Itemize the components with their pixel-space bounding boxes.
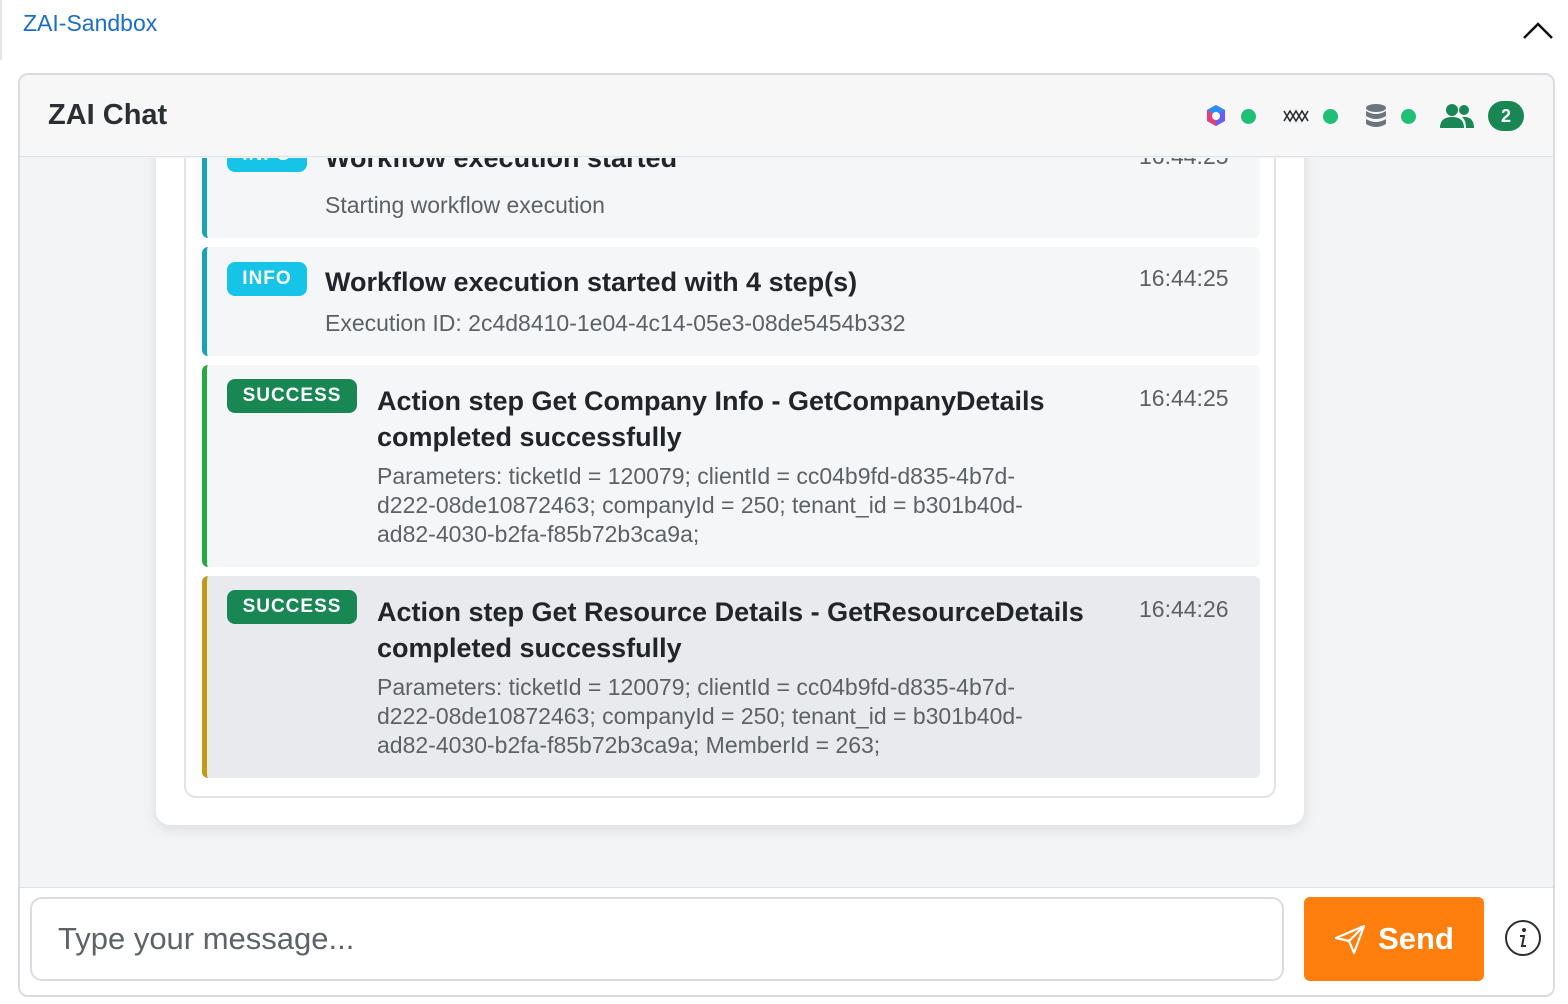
info-button[interactable]: [1503, 918, 1543, 958]
log-description: Execution ID: 2c4d8410-1e04-4c14-05e3-08…: [325, 310, 906, 336]
log-description: Starting workflow execution: [325, 192, 605, 218]
log-level-badge: SUCCESS: [227, 379, 357, 413]
chat-header: ZAI Chat 2: [20, 75, 1553, 157]
chevron-up-icon: [1523, 22, 1553, 39]
log-title-line: completed successfully: [377, 633, 682, 663]
composer-bar: Send: [20, 887, 1553, 995]
participants-count-badge: 2: [1488, 101, 1524, 131]
chat-title: ZAI Chat: [48, 99, 168, 131]
chat-panel: ZAI Chat 2 Workflow execution started St…: [18, 73, 1555, 997]
top-bar: ZAI-Sandbox: [0, 0, 1568, 60]
workflow-log-inner: INFO Workflow execution started Starting…: [184, 158, 1276, 798]
log-title: Workflow execution started with 4 step(s…: [325, 267, 858, 297]
app-name-link[interactable]: ZAI-Sandbox: [23, 10, 157, 37]
log-time: 16:44:25: [1139, 158, 1229, 170]
log-description-line: Parameters: ticketId = 120079; clientId …: [377, 463, 1016, 489]
copilot-status[interactable]: [1205, 101, 1256, 131]
network-status[interactable]: [1283, 101, 1338, 131]
copilot-icon: [1207, 105, 1225, 126]
collapse-button[interactable]: [1518, 14, 1558, 48]
log-description-line: d222-08de10872463; companyId = 250; tena…: [377, 492, 1023, 518]
info-icon: [1505, 920, 1541, 956]
users-icon: [1440, 104, 1474, 128]
log-title: Workflow execution started: [325, 158, 678, 173]
workflow-log-card: INFO Workflow execution started Starting…: [156, 158, 1304, 825]
send-button-label: Send: [1378, 921, 1454, 956]
participants-status[interactable]: 2: [1440, 101, 1524, 131]
log-entry: INFO Workflow execution started Starting…: [202, 158, 1260, 238]
log-description-line: d222-08de10872463; companyId = 250; tena…: [377, 703, 1023, 729]
log-time: 16:44:25: [1139, 265, 1229, 291]
log-description-line: ad82-4030-b2fa-f85b72b3ca9a; MemberId = …: [377, 732, 881, 758]
copilot-status-dot: [1241, 108, 1256, 124]
message-list[interactable]: INFO Workflow execution started Starting…: [20, 158, 1553, 888]
log-time: 16:44:25: [1139, 385, 1229, 411]
log-entry: SUCCESS Action step Get Resource Details…: [202, 576, 1260, 778]
message-input[interactable]: [30, 897, 1284, 981]
log-title-line: completed successfully: [377, 422, 682, 452]
network-icon: [1283, 109, 1309, 123]
log-entry: SUCCESS Action step Get Company Info - G…: [202, 365, 1260, 567]
database-icon: [1366, 104, 1386, 127]
send-button[interactable]: Send: [1304, 897, 1484, 981]
log-title-line: Action step Get Resource Details - GetRe…: [377, 597, 1084, 627]
log-description-line: ad82-4030-b2fa-f85b72b3ca9a;: [377, 521, 700, 547]
log-time: 16:44:26: [1139, 596, 1229, 622]
log-level-badge: INFO: [227, 262, 307, 296]
network-status-dot: [1323, 108, 1338, 124]
database-status[interactable]: [1365, 101, 1416, 131]
paper-plane-icon: [1334, 924, 1366, 955]
log-description-line: Parameters: ticketId = 120079; clientId …: [377, 674, 1016, 700]
log-level-badge: SUCCESS: [227, 590, 357, 624]
log-level-badge: INFO: [227, 158, 307, 172]
database-status-dot: [1401, 108, 1416, 124]
log-entry: INFO Workflow execution started with 4 s…: [202, 247, 1260, 356]
log-title-line: Action step Get Company Info - GetCompan…: [377, 386, 1045, 416]
